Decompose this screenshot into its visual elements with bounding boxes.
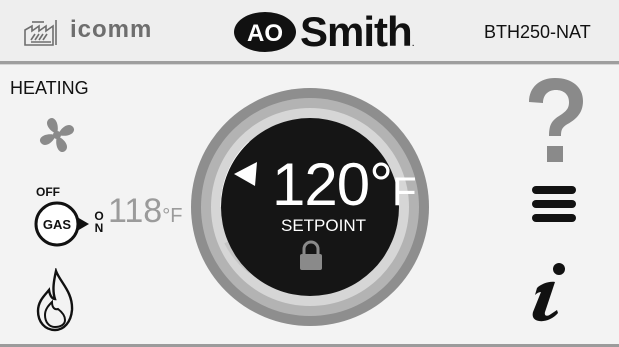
thermostat-screen: icomm AO Smith. BTH250-NAT HEATING OFF G… (0, 0, 619, 347)
model-label: BTH250-NAT (484, 22, 591, 42)
header-divider (0, 64, 619, 65)
brand-left: AO (247, 20, 283, 47)
setpoint-marker-icon[interactable] (231, 160, 259, 188)
brand-right: Smith (300, 8, 413, 55)
lock-icon[interactable] (297, 240, 325, 272)
setpoint-unit: F (392, 170, 416, 214)
info-icon[interactable] (527, 262, 573, 324)
brand-name: Smith. (300, 8, 415, 56)
flame-icon (36, 268, 74, 332)
setpoint-value: 120° (272, 151, 393, 218)
ao-logo-mark: AO (234, 12, 296, 52)
gas-valve-icon[interactable]: GAS (33, 199, 95, 249)
menu-icon[interactable] (530, 184, 578, 224)
gas-on-label: O N (94, 210, 104, 234)
setpoint-temperature: 120°F (272, 150, 417, 219)
building-icon[interactable] (22, 18, 62, 48)
gas-off-label: OFF (36, 185, 60, 199)
app-name: icomm (70, 16, 153, 43)
gas-label: GAS (43, 217, 72, 232)
current-temperature: 118°F (108, 192, 182, 231)
current-temp-unit: °F (162, 205, 183, 227)
mode-label: HEATING (10, 78, 89, 98)
gas-on-letter-n: N (94, 221, 104, 235)
brand-mark: . (411, 37, 415, 49)
setpoint-label: SETPOINT (281, 216, 367, 235)
fan-icon[interactable] (36, 114, 78, 156)
help-icon[interactable] (523, 76, 587, 168)
current-temp-value: 118 (108, 192, 163, 230)
